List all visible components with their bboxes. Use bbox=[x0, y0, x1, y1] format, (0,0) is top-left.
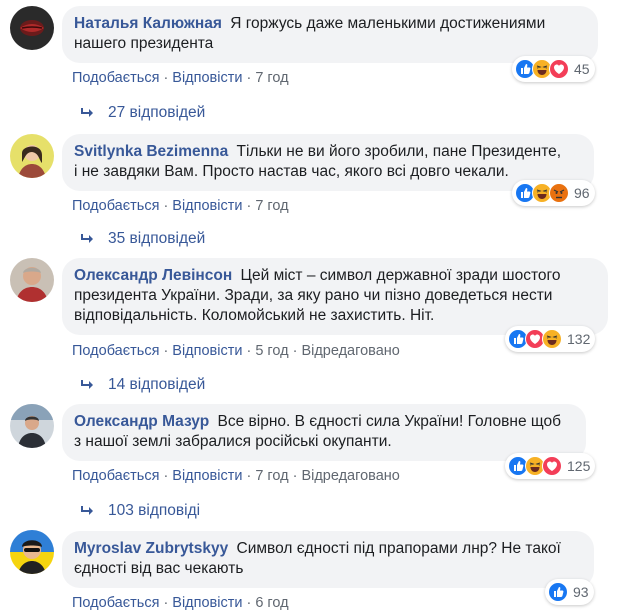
reply-link[interactable]: Відповісти bbox=[172, 595, 242, 611]
replies-count: 103 відповіді bbox=[108, 502, 201, 519]
comment-bubble: Олександр Левінсон Цей міст – символ дер… bbox=[62, 258, 608, 335]
timestamp[interactable]: 5 год bbox=[255, 343, 288, 359]
comment-actions: Подобається · Відповісти · 7 год bbox=[72, 70, 289, 86]
comment-author[interactable]: Myroslav Zubrytskyy bbox=[74, 540, 228, 557]
comment-text: Символ єдності під прапорами лнр? Не так… bbox=[236, 540, 561, 557]
reactions-summary[interactable]: 93 bbox=[545, 579, 594, 605]
comment-2: Svitlynka Bezimenna Тільки не ви його зр… bbox=[0, 130, 619, 252]
reply-arrow-icon bbox=[81, 107, 93, 117]
angry-reaction-icon bbox=[549, 183, 569, 203]
comment-author[interactable]: Наталья Калюжная bbox=[74, 15, 222, 32]
comment-text: Все вірно. В єдності сила України! Голов… bbox=[217, 413, 561, 430]
view-replies-link[interactable]: 35 відповідей bbox=[80, 230, 205, 248]
comment-bubble: Олександр Мазур Все вірно. В єдності сил… bbox=[62, 404, 586, 461]
avatar[interactable] bbox=[10, 530, 54, 574]
like-link[interactable]: Подобається bbox=[72, 198, 159, 214]
view-replies-link[interactable]: 14 відповідей bbox=[80, 376, 205, 394]
avatar[interactable] bbox=[10, 134, 54, 178]
reactions-summary[interactable]: 125 bbox=[505, 453, 596, 479]
comment-actions: Подобається · Відповісти · 7 год · Відредагова… bbox=[72, 468, 400, 484]
comment-text: Тільки не ви його зробили, пане Президен… bbox=[236, 143, 562, 160]
comment-bubble: Наталья Калюжная Я горжусь даже маленьки… bbox=[62, 6, 598, 63]
view-replies-link[interactable]: 27 відповідей bbox=[80, 104, 205, 122]
reaction-count: 96 bbox=[574, 185, 590, 201]
comment-4: Олександр Мазур Все вірно. В єдності сил… bbox=[0, 402, 619, 524]
reaction-count: 93 bbox=[573, 584, 589, 600]
comment-author[interactable]: Олександр Мазур bbox=[74, 413, 209, 430]
comment-3: Олександр Левінсон Цей міст – символ дер… bbox=[0, 256, 619, 396]
reaction-count: 125 bbox=[567, 458, 591, 474]
like-link[interactable]: Подобається bbox=[72, 343, 159, 359]
comment-actions: Подобається · Відповісти · 7 год bbox=[72, 198, 289, 214]
reply-link[interactable]: Відповісти bbox=[172, 468, 242, 484]
reactions-summary[interactable]: 45 bbox=[512, 56, 595, 82]
comment-text: президента України. Зради, за яку рано ч… bbox=[74, 287, 553, 304]
like-link[interactable]: Подобається bbox=[72, 70, 159, 86]
timestamp[interactable]: 6 год bbox=[255, 595, 288, 611]
reply-arrow-icon bbox=[81, 379, 93, 389]
comment-text: відповідальність. Коломойський не захист… bbox=[74, 307, 435, 324]
reactions-summary[interactable]: 132 bbox=[505, 326, 596, 352]
replies-count: 14 відповідей bbox=[108, 376, 206, 393]
view-replies-link[interactable]: 103 відповіді bbox=[80, 502, 200, 520]
comment-text: єдності від вас чекають bbox=[74, 560, 244, 577]
reply-arrow-icon bbox=[81, 233, 93, 243]
reaction-count: 45 bbox=[574, 61, 590, 77]
reply-arrow-icon bbox=[81, 505, 93, 515]
love-reaction-icon bbox=[542, 456, 562, 476]
replies-count: 27 відповідей bbox=[108, 104, 206, 121]
comment-text: Цей міст – символ державної зради шостог… bbox=[240, 267, 561, 284]
timestamp[interactable]: 7 год bbox=[255, 198, 288, 214]
comment-text: нашего президента bbox=[74, 35, 214, 52]
comment-1: Наталья Калюжная Я горжусь даже маленьки… bbox=[0, 0, 619, 122]
timestamp[interactable]: 7 год bbox=[255, 468, 288, 484]
comment-text: Я горжусь даже маленькими достижениями bbox=[230, 15, 546, 32]
comment-5: Myroslav Zubrytskyy Символ єдності під п… bbox=[0, 530, 619, 613]
reply-link[interactable]: Відповісти bbox=[172, 198, 242, 214]
love-reaction-icon bbox=[549, 59, 569, 79]
like-link[interactable]: Подобається bbox=[72, 468, 159, 484]
edited-label: Відредаговано bbox=[301, 343, 400, 359]
like-reaction-icon bbox=[548, 582, 568, 602]
like-link[interactable]: Подобається bbox=[72, 595, 159, 611]
comment-actions: Подобається · Відповісти · 5 год · Відредагова… bbox=[72, 343, 400, 359]
comment-text: і не завдяки Вам. Просто настав час, яко… bbox=[74, 163, 509, 180]
comment-author[interactable]: Svitlynka Bezimenna bbox=[74, 143, 228, 160]
reply-link[interactable]: Відповісти bbox=[172, 70, 242, 86]
reaction-count: 132 bbox=[567, 331, 591, 347]
comment-text: з нашої землі забралися російські окупан… bbox=[74, 433, 392, 450]
replies-count: 35 відповідей bbox=[108, 230, 206, 247]
avatar[interactable] bbox=[10, 6, 54, 50]
reply-link[interactable]: Відповісти bbox=[172, 343, 242, 359]
timestamp[interactable]: 7 год bbox=[255, 70, 288, 86]
comment-bubble: Myroslav Zubrytskyy Символ єдності під п… bbox=[62, 531, 594, 588]
avatar[interactable] bbox=[10, 258, 54, 302]
haha-reaction-icon bbox=[542, 329, 562, 349]
edited-label: Відредаговано bbox=[301, 468, 400, 484]
comment-actions: Подобається · Відповісти · 6 год bbox=[72, 595, 289, 611]
avatar[interactable] bbox=[10, 404, 54, 448]
reactions-summary[interactable]: 96 bbox=[512, 180, 595, 206]
comment-author[interactable]: Олександр Левінсон bbox=[74, 267, 232, 284]
